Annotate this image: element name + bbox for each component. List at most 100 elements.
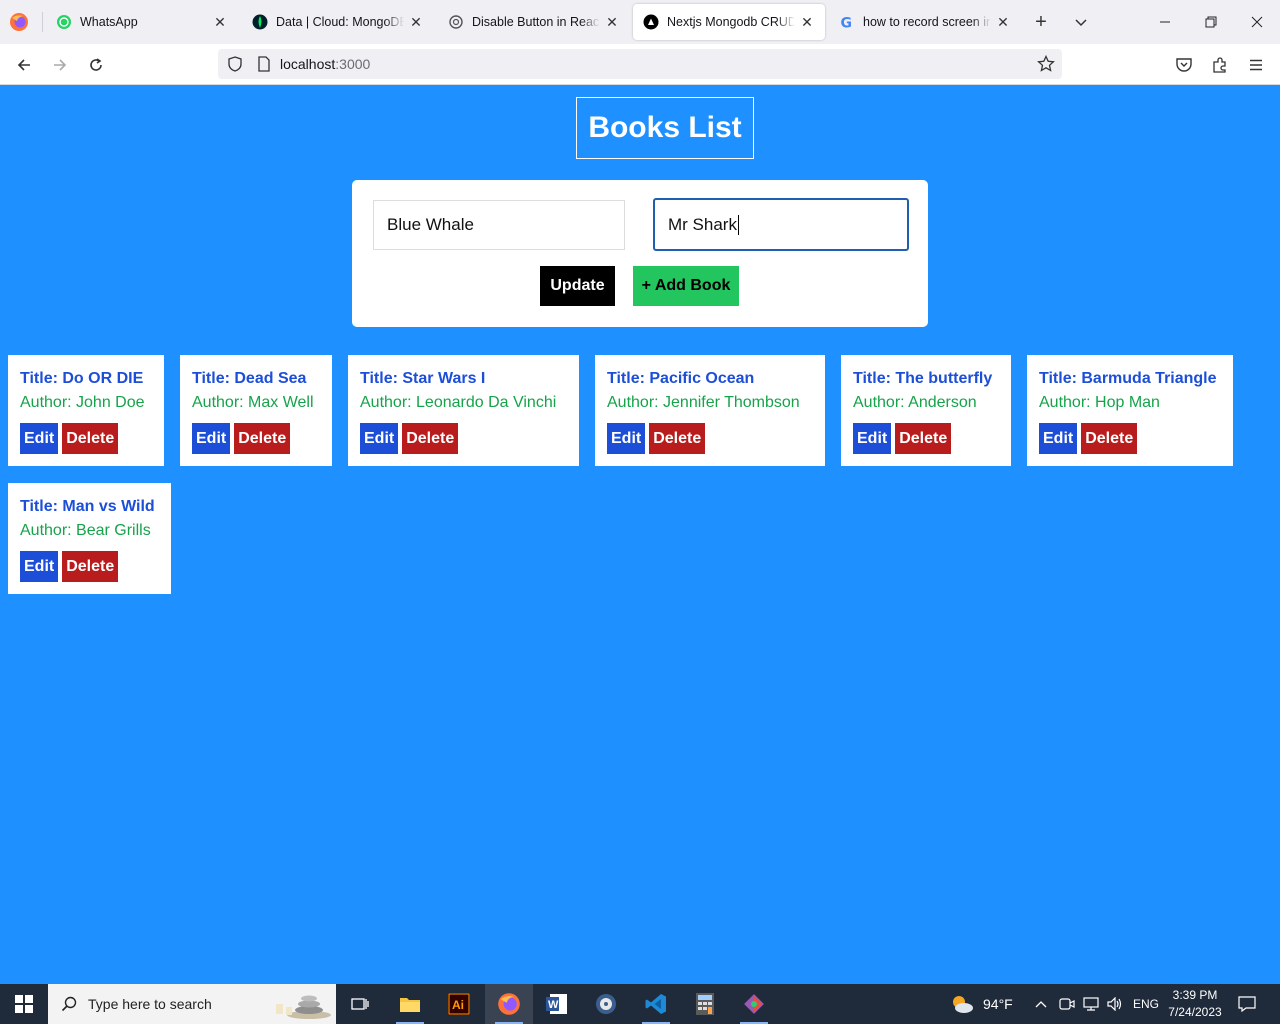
svg-text:Ai: Ai	[452, 998, 464, 1012]
book-card: Title: Barmuda Triangle Author: Hop Man …	[1027, 355, 1233, 466]
file-explorer-app[interactable]	[386, 984, 434, 1024]
page-info-icon[interactable]	[256, 56, 272, 72]
calculator-app[interactable]	[681, 984, 729, 1024]
media-player-icon	[596, 994, 616, 1014]
address-bar[interactable]: localhost:3000	[218, 49, 1062, 79]
book-author: Author: Hop Man	[1039, 394, 1160, 411]
close-icon[interactable]: ✕	[995, 14, 1011, 30]
show-hidden-icons[interactable]	[1034, 984, 1048, 1024]
delete-button[interactable]: Delete	[649, 423, 706, 454]
close-icon[interactable]: ✕	[604, 14, 620, 30]
media-app[interactable]	[582, 984, 630, 1024]
author-input[interactable]: Mr Shark	[653, 198, 909, 251]
book-author: Author: John Doe	[20, 394, 145, 411]
tab-whatsapp[interactable]: WhatsApp ✕	[46, 4, 238, 40]
notifications-button[interactable]	[1238, 984, 1256, 1024]
bookmark-star-icon[interactable]	[1036, 54, 1056, 74]
book-card: Title: Star Wars I Author: Leonardo Da V…	[348, 355, 579, 466]
delete-button[interactable]: Delete	[234, 423, 291, 454]
git-app[interactable]	[730, 984, 778, 1024]
svg-text:G: G	[841, 16, 853, 31]
minimize-icon	[1160, 21, 1170, 23]
new-tab-button[interactable]: +	[1030, 11, 1052, 33]
input-language[interactable]: ENG	[1133, 984, 1159, 1024]
book-card: Title: The butterfly Author: Anderson Ed…	[841, 355, 1011, 466]
page-title: Books List	[576, 97, 754, 159]
volume-icon[interactable]	[1107, 984, 1123, 1024]
search-highlight-image	[264, 988, 334, 1020]
close-icon[interactable]: ✕	[212, 14, 228, 30]
pocket-button[interactable]	[1171, 52, 1197, 78]
start-button[interactable]	[0, 984, 48, 1024]
delete-button[interactable]: Delete	[62, 423, 119, 454]
system-clock[interactable]: 3:39 PM 7/24/2023	[1160, 987, 1230, 1021]
title-input[interactable]: Blue Whale	[373, 200, 625, 250]
book-title: Title: The butterfly	[853, 370, 993, 387]
book-title: Title: Star Wars I	[360, 370, 486, 387]
delete-button[interactable]: Delete	[62, 551, 119, 582]
tab-google[interactable]: G how to record screen in windows ✕	[829, 4, 1021, 40]
tracking-protection-icon[interactable]	[226, 55, 244, 73]
vscode-icon	[645, 994, 666, 1014]
tab-nextjs-crud[interactable]: Nextjs Mongodb CRUD app ✕	[633, 4, 825, 40]
notification-icon	[1238, 996, 1256, 1012]
delete-button[interactable]: Delete	[1081, 423, 1138, 454]
update-button[interactable]: Update	[540, 266, 615, 306]
edit-button[interactable]: Edit	[20, 423, 59, 454]
app-menu-button[interactable]	[1243, 52, 1269, 78]
edit-button[interactable]: Edit	[607, 423, 646, 454]
navigation-toolbar: localhost:3000	[0, 44, 1280, 85]
close-icon[interactable]: ✕	[799, 14, 815, 30]
window-close-button[interactable]	[1234, 0, 1280, 44]
windows-taskbar: Type here to search Ai W 94°F ENG 3:39 P…	[0, 984, 1280, 1024]
back-button[interactable]	[11, 52, 37, 78]
word-icon: W	[546, 994, 567, 1014]
book-title: Title: Dead Sea	[192, 370, 307, 387]
book-form: Blue Whale Mr Shark Update + Add Book	[352, 180, 928, 327]
book-title: Title: Pacific Ocean	[607, 370, 755, 387]
forward-button[interactable]	[47, 52, 73, 78]
reload-icon	[90, 58, 102, 71]
book-author: Author: Jennifer Thombson	[607, 394, 800, 411]
vscode-app[interactable]	[632, 984, 680, 1024]
book-author: Author: Max Well	[192, 394, 314, 411]
illustrator-app[interactable]: Ai	[435, 984, 483, 1024]
book-author: Author: Leonardo Da Vinchi	[360, 394, 557, 411]
search-placeholder: Type here to search	[88, 996, 212, 1012]
extensions-button[interactable]	[1207, 52, 1233, 78]
chevron-down-icon	[1075, 19, 1087, 27]
edit-button[interactable]: Edit	[20, 551, 59, 582]
restore-button[interactable]	[1188, 0, 1234, 44]
author-input-value: Mr Shark	[668, 214, 737, 234]
firefox-app[interactable]	[485, 984, 533, 1024]
close-icon[interactable]: ✕	[408, 14, 424, 30]
clock-date: 7/24/2023	[1168, 1005, 1222, 1019]
folder-icon	[400, 998, 420, 1012]
edit-button[interactable]: Edit	[192, 423, 231, 454]
tab-mongodb[interactable]: Data | Cloud: MongoDB Cloud ✕	[242, 4, 434, 40]
word-app[interactable]: W	[533, 984, 581, 1024]
windows-logo-icon	[15, 995, 33, 1013]
edit-button[interactable]: Edit	[1039, 423, 1078, 454]
reload-button[interactable]	[83, 52, 109, 78]
task-view-button[interactable]	[336, 984, 384, 1024]
delete-button[interactable]: Delete	[402, 423, 459, 454]
url-text: localhost:3000	[280, 56, 370, 72]
clock-time: 3:39 PM	[1172, 988, 1218, 1002]
edit-button[interactable]: Edit	[853, 423, 892, 454]
edit-button[interactable]: Edit	[360, 423, 399, 454]
weather-widget[interactable]: 94°F	[950, 984, 1013, 1024]
firefox-icon[interactable]	[8, 11, 30, 33]
delete-button[interactable]: Delete	[895, 423, 952, 454]
minimize-button[interactable]	[1142, 0, 1188, 44]
svg-text:W: W	[548, 999, 559, 1011]
tab-bar: WhatsApp ✕ Data | Cloud: MongoDB Cloud ✕…	[0, 0, 1280, 44]
network-icon[interactable]	[1083, 984, 1099, 1024]
book-author: Author: Anderson	[853, 394, 977, 411]
taskbar-search-box[interactable]: Type here to search	[48, 984, 336, 1024]
meet-now-icon[interactable]	[1059, 984, 1075, 1024]
add-book-button[interactable]: + Add Book	[633, 266, 739, 306]
restore-icon	[1205, 16, 1217, 28]
tab-list-button[interactable]	[1070, 11, 1092, 33]
tab-chatgpt[interactable]: Disable Button in ReactJS. ✕	[438, 4, 630, 40]
